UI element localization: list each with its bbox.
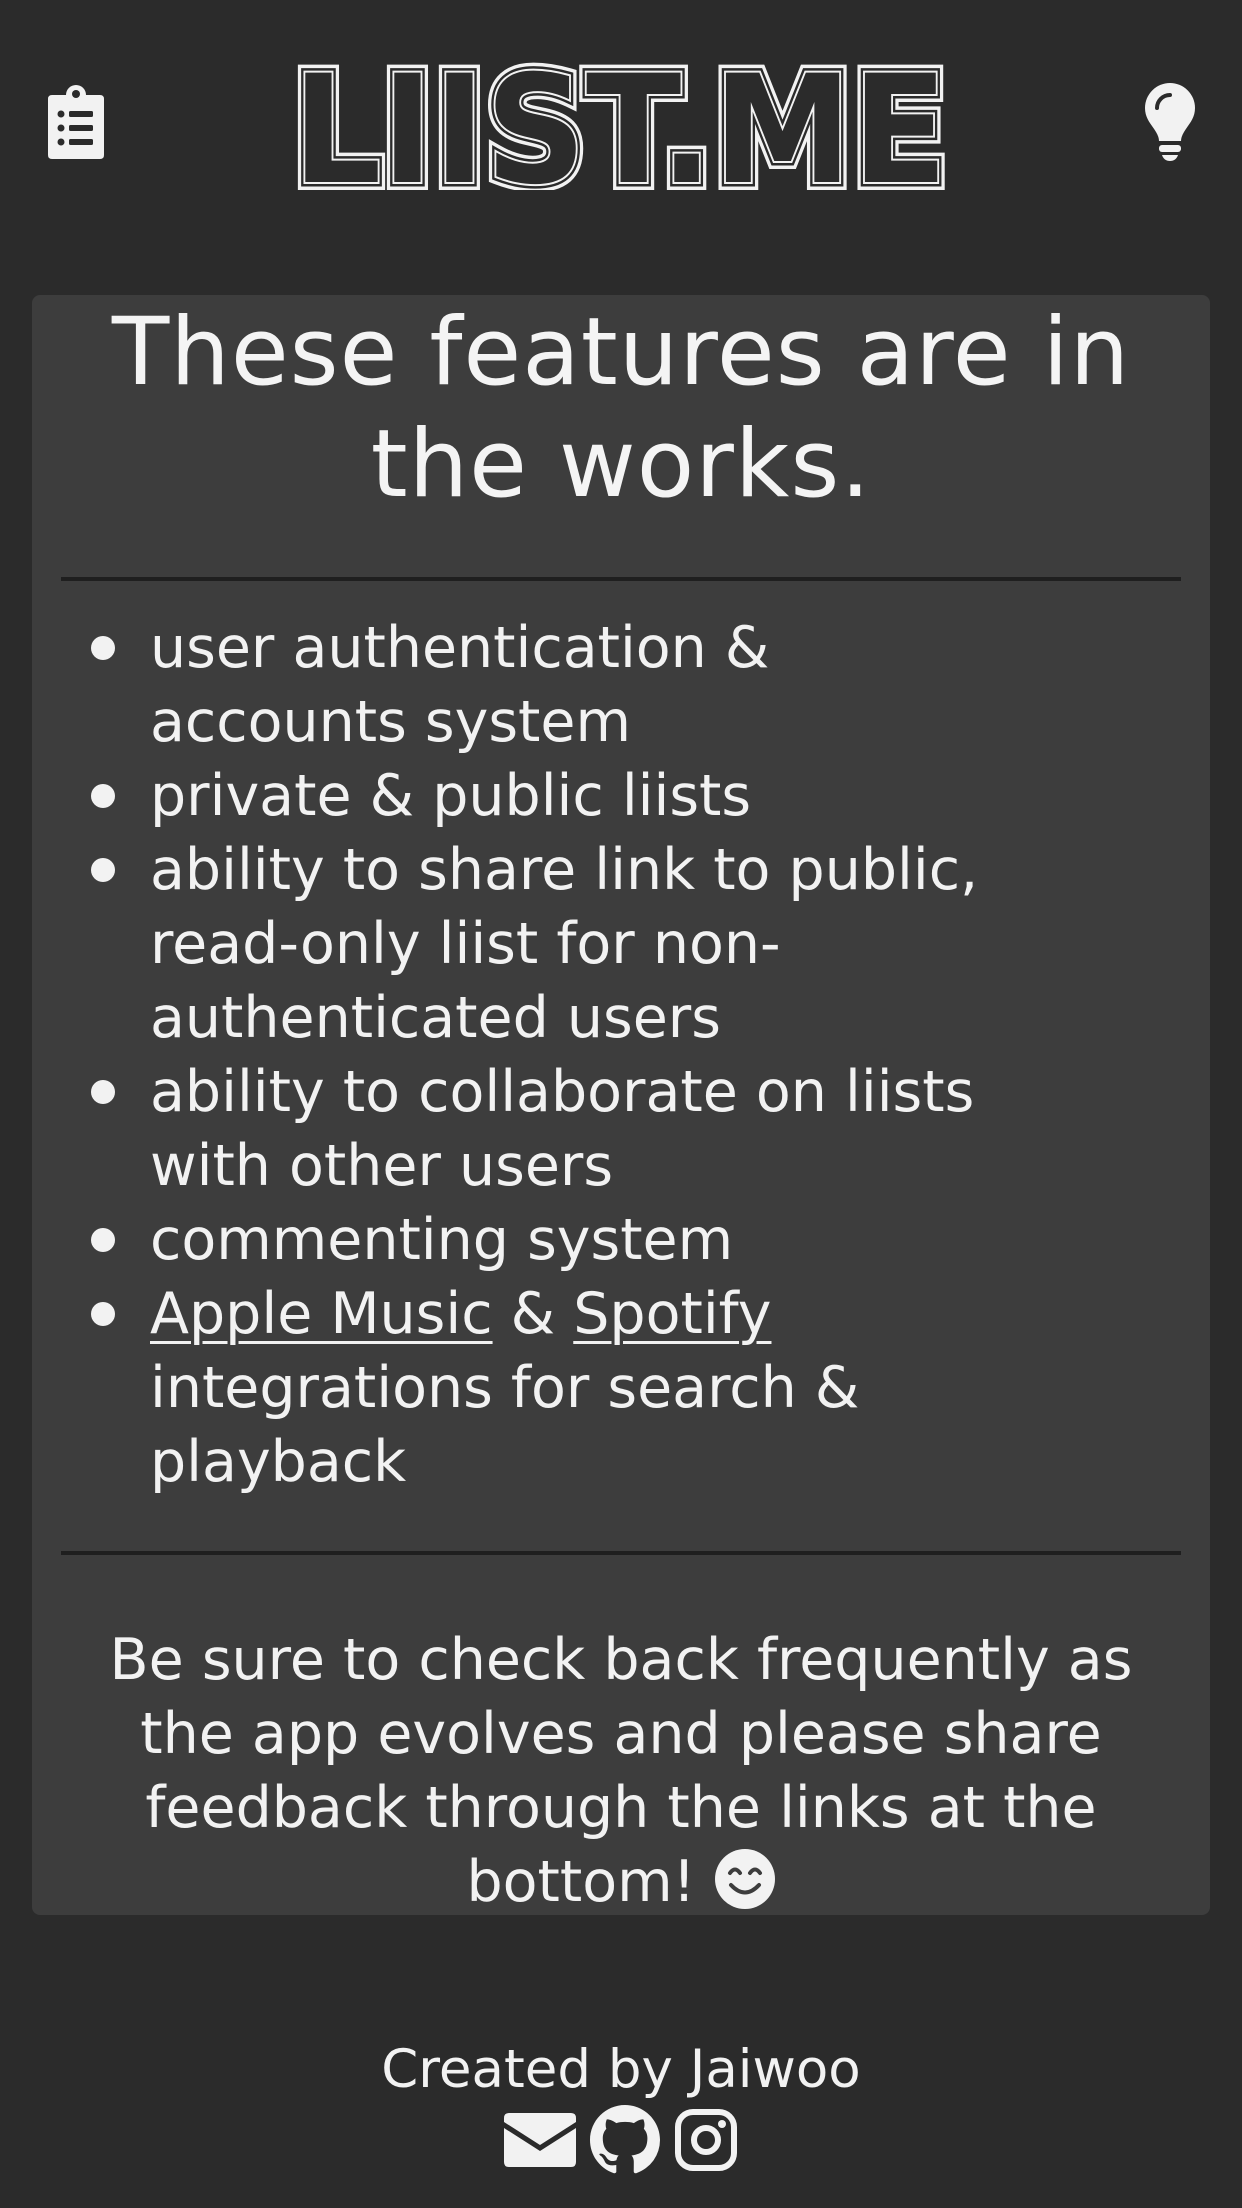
bullet-icon [91,636,115,660]
apple-music-link[interactable]: Apple Music [150,1281,493,1347]
github-icon [590,2105,660,2174]
card-title: These features are in the works. [72,297,1170,521]
note-line: feedback through the links at the [145,1775,1097,1841]
clipboard-list-icon [48,85,104,159]
footer-credit: Created by Jaiwoo [381,2039,861,2100]
feature-text: read-only liist for non- [150,911,781,977]
feature-text: private & public liists [150,763,752,829]
feature-text: authenticated users [150,985,721,1051]
bullet-icon [91,1228,115,1252]
list-item: user authentication & accounts system [91,611,1160,759]
feature-text: user authentication & [150,615,770,681]
card-title-line: the works. [370,410,872,519]
bullet-icon [91,784,115,808]
lists-button[interactable] [38,78,114,164]
note-line: Be sure to check back frequently as [109,1627,1133,1693]
feature-text: accounts system [150,689,631,755]
roadmap-card: These features are in the works. user au… [32,295,1210,1915]
list-item: private & public liists [91,759,1160,833]
bullet-icon [91,858,115,882]
list-item: ability to share link to public, read-on… [91,833,1160,1055]
feature-text: ability to collaborate on liists [150,1059,975,1125]
list-item: ability to collaborate on liists with ot… [91,1055,1160,1203]
github-link[interactable] [590,2105,660,2175]
instagram-link[interactable] [674,2108,738,2172]
list-item: Apple Music & Spotify integrations for s… [91,1277,1160,1499]
bullet-icon [91,1080,115,1104]
list-item: commenting system [91,1203,1160,1277]
divider [61,577,1181,581]
note-line: bottom! [466,1849,714,1915]
feature-text: ability to share link to public, [150,837,979,903]
svg-text:LIIST.ME: LIIST.ME [293,60,948,190]
email-link[interactable] [504,2113,576,2167]
feature-text: integrations for search & [150,1355,860,1421]
divider [61,1551,1181,1555]
bullet-icon [91,1302,115,1326]
app-header: LIIST.ME LIIST.ME LIIST.ME LIIST.ME [0,0,1242,240]
site-logo[interactable]: LIIST.ME LIIST.ME LIIST.ME LIIST.ME [290,60,950,190]
feature-text: & [492,1281,574,1347]
lightbulb-icon [1145,83,1195,161]
feedback-note: Be sure to check back frequently as the … [44,1623,1198,1919]
smiling-face-icon [714,1849,775,1910]
instagram-icon [675,2109,737,2171]
note-line: the app evolves and please share [140,1701,1102,1767]
feature-text: playback [150,1429,407,1495]
feature-text: commenting system [150,1207,734,1273]
footer-links [0,2105,1242,2175]
card-title-line: These features are in [111,298,1131,407]
ideas-button[interactable] [1134,76,1206,166]
envelope-icon [504,2113,576,2167]
feature-text: with other users [150,1133,614,1199]
spotify-link[interactable]: Spotify [573,1281,771,1347]
feature-list: user authentication & accounts system pr… [91,611,1160,1499]
